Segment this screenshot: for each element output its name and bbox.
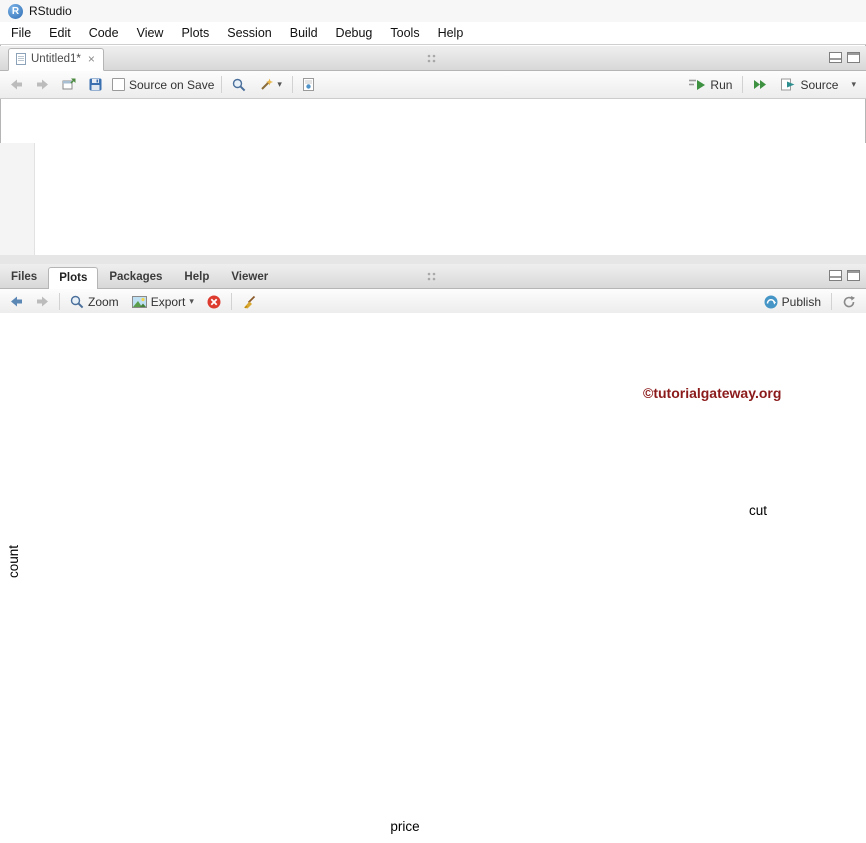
back-arrow-icon <box>10 78 23 91</box>
tab-plots[interactable]: Plots <box>48 267 98 289</box>
popout-window-icon <box>62 78 76 91</box>
checkbox-icon <box>112 78 125 91</box>
tab-untitled1[interactable]: Untitled1* × <box>8 48 104 71</box>
source-button[interactable]: Source <box>778 76 841 94</box>
previous-plot-button[interactable] <box>7 293 26 310</box>
back-arrow-icon <box>10 295 23 308</box>
source-toolbar: Source on Save ▾ Run Source ▾ <box>0 71 866 99</box>
rerun-icon <box>753 78 768 91</box>
toolbar-separator <box>292 76 293 93</box>
tab-viewer[interactable]: Viewer <box>220 266 279 288</box>
rstudio-logo-icon: R <box>8 4 23 19</box>
pane-splitter[interactable] <box>0 255 866 264</box>
run-icon <box>689 78 706 91</box>
find-replace-button[interactable] <box>229 76 249 94</box>
dropdown-icon: ▾ <box>851 79 856 90</box>
popout-button[interactable] <box>59 76 79 93</box>
toolbar-separator <box>221 76 222 93</box>
menu-item-code[interactable]: Code <box>80 23 128 43</box>
compile-report-button[interactable] <box>300 76 317 93</box>
save-button[interactable] <box>86 76 105 93</box>
pane-splitter-grip[interactable] <box>427 272 439 281</box>
toolbar-separator <box>831 293 832 310</box>
magnifier-icon <box>232 78 246 92</box>
menu-item-view[interactable]: View <box>128 23 173 43</box>
menu-item-build[interactable]: Build <box>281 23 327 43</box>
menu-item-plots[interactable]: Plots <box>172 23 218 43</box>
rerun-button[interactable] <box>750 76 771 93</box>
menu-item-tools[interactable]: Tools <box>381 23 428 43</box>
title-bar: R RStudio <box>0 0 866 22</box>
menu-bar: FileEditCodeViewPlotsSessionBuildDebugTo… <box>0 22 866 45</box>
tab-help[interactable]: Help <box>173 266 220 288</box>
toolbar-separator <box>742 76 743 93</box>
publish-button[interactable]: Publish <box>761 293 824 311</box>
tab-label: Untitled1* <box>31 53 81 65</box>
maximize-pane-button[interactable] <box>847 270 860 281</box>
menu-item-debug[interactable]: Debug <box>327 23 382 43</box>
zoom-button[interactable]: Zoom <box>67 293 122 311</box>
source-pane: Untitled1* × Source on Save ▾ <box>0 46 866 255</box>
clear-all-plots-button[interactable] <box>239 293 260 311</box>
document-icon <box>16 53 26 65</box>
magnifier-icon <box>70 295 84 309</box>
broom-icon <box>242 295 257 309</box>
plot-viewer: count price ©tutorialgateway.org cut <box>0 313 866 843</box>
remove-plot-button[interactable] <box>204 293 224 311</box>
toolbar-separator <box>59 293 60 310</box>
menu-item-help[interactable]: Help <box>429 23 473 43</box>
run-button[interactable]: Run <box>686 76 735 94</box>
toolbar-separator <box>231 293 232 310</box>
forward-arrow-icon <box>36 78 49 91</box>
tab-packages[interactable]: Packages <box>98 266 173 288</box>
dropdown-icon: ▾ <box>189 296 194 307</box>
source-dropdown-button[interactable]: ▾ <box>848 77 859 92</box>
magic-wand-icon <box>259 78 273 92</box>
minimize-pane-button[interactable] <box>829 52 842 63</box>
forward-arrow-icon <box>36 295 49 308</box>
legend-title: cut <box>749 503 864 518</box>
minimize-pane-button[interactable] <box>829 270 842 281</box>
menu-item-edit[interactable]: Edit <box>40 23 80 43</box>
export-button[interactable]: Export ▾ <box>129 293 197 311</box>
close-tab-icon[interactable]: × <box>88 52 95 66</box>
watermark: ©tutorialgateway.org <box>643 385 781 401</box>
publish-icon <box>764 295 778 309</box>
delete-icon <box>207 295 221 309</box>
plots-tab-strip: FilesPlotsPackagesHelpViewer <box>0 264 866 289</box>
dropdown-icon: ▾ <box>277 79 282 90</box>
x-axis-title: price <box>68 819 742 834</box>
picture-icon <box>132 296 147 308</box>
forward-button[interactable] <box>33 76 52 93</box>
next-plot-button[interactable] <box>33 293 52 310</box>
refresh-icon <box>842 295 856 309</box>
source-tab-strip: Untitled1* × <box>0 46 866 71</box>
plots-toolbar: Zoom Export ▾ Publish <box>0 289 866 315</box>
maximize-pane-button[interactable] <box>847 52 860 63</box>
back-button[interactable] <box>7 76 26 93</box>
report-icon <box>303 78 314 91</box>
source-icon <box>781 78 796 91</box>
pane-splitter-grip[interactable] <box>427 54 439 63</box>
code-tools-button[interactable]: ▾ <box>256 76 285 94</box>
source-on-save-checkbox[interactable]: Source on Save <box>112 78 214 92</box>
legend: cut <box>749 503 864 527</box>
rstudio-window: { "window": {"title": "RStudio"}, "icons… <box>0 0 866 843</box>
menu-item-file[interactable]: File <box>2 23 40 43</box>
tab-files[interactable]: Files <box>0 266 48 288</box>
save-floppy-icon <box>89 78 102 91</box>
window-title: RStudio <box>29 4 72 18</box>
menu-item-session[interactable]: Session <box>218 23 280 43</box>
y-axis-title: count <box>6 545 21 578</box>
refresh-button[interactable] <box>839 293 859 311</box>
